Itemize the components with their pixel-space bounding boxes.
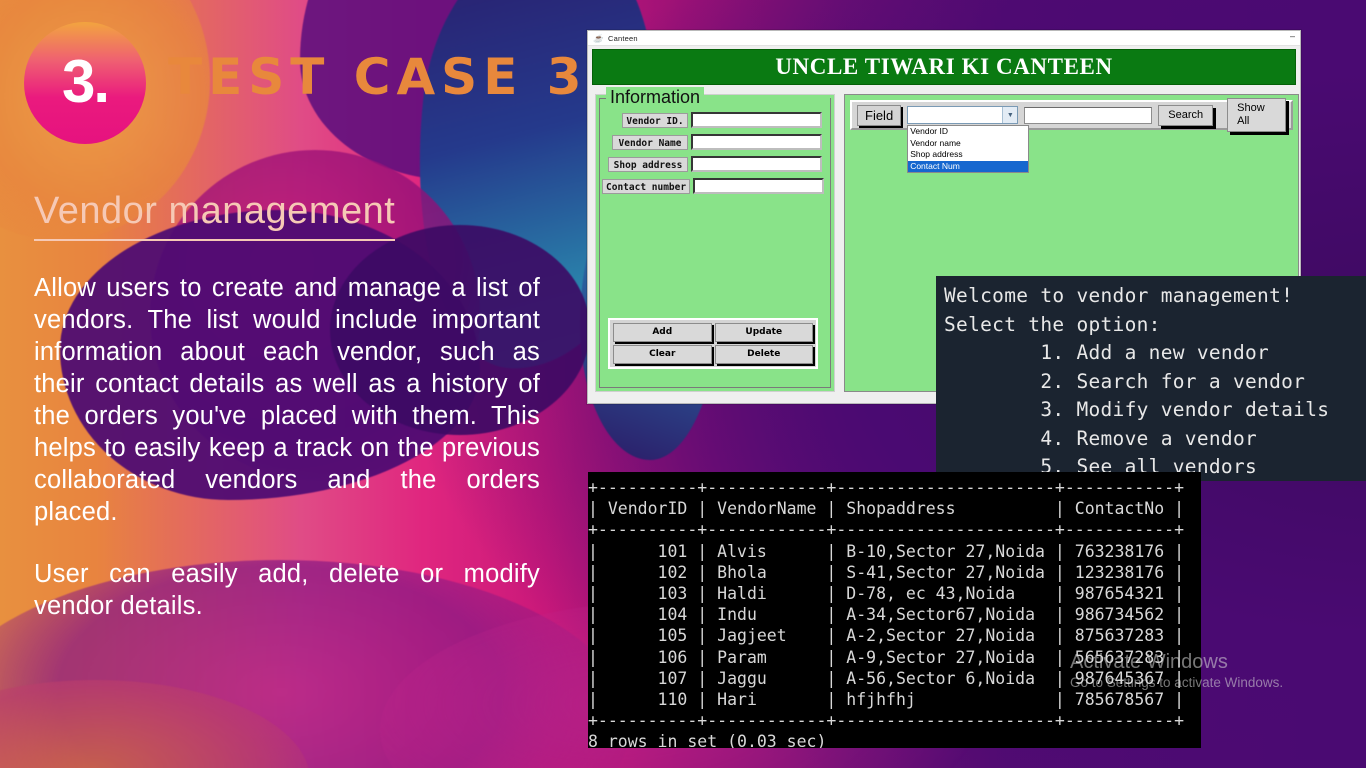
field-combo-dropdown[interactable]: Vendor ID Vendor name Shop address Conta…: [907, 125, 1030, 173]
show-all-button[interactable]: Show All: [1227, 98, 1286, 132]
action-buttons-group: Add Update Clear Delete: [608, 318, 818, 369]
page-subtitle: Vendor management: [34, 190, 396, 241]
label-shop-address: Shop address: [608, 156, 688, 172]
combo-option-shop-address[interactable]: Shop address: [908, 149, 1028, 161]
chevron-down-icon[interactable]: ▼: [1002, 107, 1018, 123]
page-title: TEST CASE 3: [168, 48, 588, 106]
search-button[interactable]: Search: [1158, 104, 1214, 126]
form-row-shop-address: Shop address: [608, 156, 822, 172]
label-vendor-id: Vendor ID.: [622, 112, 688, 128]
update-button[interactable]: Update: [714, 323, 813, 342]
clear-button[interactable]: Clear: [613, 345, 712, 364]
label-vendor-name: Vendor Name: [612, 134, 688, 150]
form-row-contact-number: Contact number: [602, 178, 825, 194]
field-label-button[interactable]: Field: [857, 104, 902, 126]
information-panel: Information Vendor ID. Vendor Name Shop …: [595, 87, 835, 392]
input-contact-number[interactable]: [693, 178, 825, 194]
label-contact-number: Contact number: [602, 178, 691, 194]
welcome-terminal[interactable]: Welcome to vendor management! Select the…: [936, 276, 1366, 481]
field-combo[interactable]: ▼: [907, 106, 1019, 124]
input-vendor-id[interactable]: [691, 112, 822, 128]
app-banner-text: UNCLE TIWARI KI CANTEEN: [775, 54, 1113, 79]
welcome-terminal-text: Welcome to vendor management! Select the…: [944, 284, 1330, 478]
app-titlebar: ☕ Canteen –: [588, 31, 1300, 46]
slide-canvas: 3. TEST CASE 3 Vendor management Allow u…: [0, 0, 1366, 768]
body-copy: Allow users to create and manage a list …: [34, 272, 540, 622]
search-query-input[interactable]: [1024, 106, 1153, 124]
sql-terminal-text: +----------+------------+---------------…: [588, 478, 1185, 748]
information-legend: Information: [606, 87, 705, 108]
form-row-vendor-name: Vendor Name: [608, 134, 822, 150]
combo-option-vendor-name[interactable]: Vendor name: [908, 138, 1028, 150]
delete-button[interactable]: Delete: [714, 345, 813, 364]
combo-option-vendor-id[interactable]: Vendor ID: [908, 126, 1028, 138]
search-toolbar: Field ▼ Vendor ID Vendor name Shop addre…: [850, 98, 1293, 173]
app-titlebar-title: Canteen: [607, 33, 638, 43]
slide-number-text: 3.: [61, 48, 110, 115]
add-button[interactable]: Add: [613, 323, 712, 342]
minimize-button[interactable]: –: [1290, 32, 1295, 42]
body-paragraph-2: User can easily add, delete or modify ve…: [34, 560, 540, 620]
combo-option-contact-num[interactable]: Contact Num: [908, 160, 1029, 172]
slide-number-badge: 3.: [24, 22, 146, 144]
sql-terminal[interactable]: +----------+------------+---------------…: [588, 472, 1201, 748]
form-row-vendor-id: Vendor ID.: [608, 112, 822, 128]
information-groupbox: Information Vendor ID. Vendor Name Shop …: [599, 87, 831, 388]
java-coffee-icon: ☕: [593, 33, 603, 43]
field-combo-wrapper: ▼ Vendor ID Vendor name Shop address Con…: [907, 106, 1030, 173]
app-banner: UNCLE TIWARI KI CANTEEN: [592, 49, 1296, 85]
input-shop-address[interactable]: [691, 156, 822, 172]
body-paragraph-1: Allow users to create and manage a list …: [34, 274, 540, 526]
input-vendor-name[interactable]: [691, 134, 822, 150]
